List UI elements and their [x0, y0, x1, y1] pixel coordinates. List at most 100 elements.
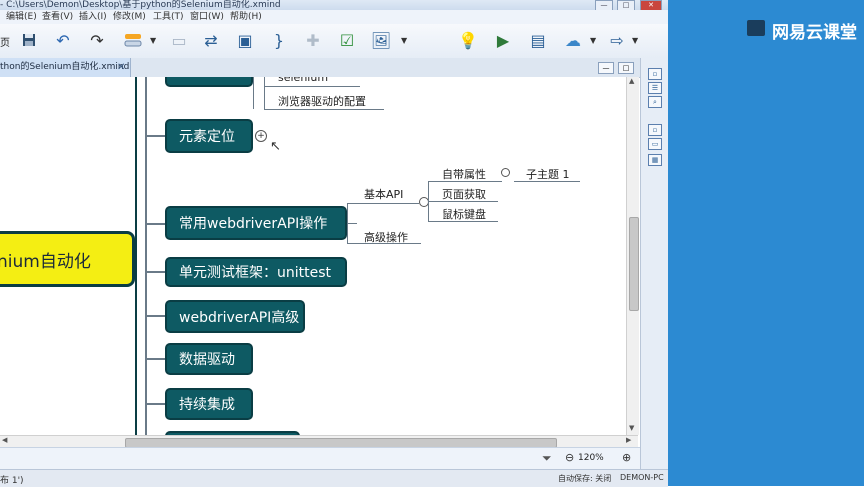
mouse-cursor-icon: ↖: [270, 139, 281, 154]
vertical-scrollbar[interactable]: ▲ ▼: [626, 77, 639, 435]
panel-restore-icon-2[interactable]: ▫: [648, 124, 662, 136]
subtopic-underline: [514, 181, 580, 182]
topic-continuous-integration[interactable]: 持续集成: [165, 388, 253, 420]
zoom-level: 120%: [578, 453, 604, 463]
subtopic-basic-api[interactable]: 基本API: [364, 186, 403, 202]
menu-help[interactable]: 帮助(H): [230, 10, 262, 24]
summary-icon[interactable]: }: [268, 29, 290, 51]
status-left-text: 布 1'): [0, 476, 24, 486]
toolbar-partial-label: 页: [0, 38, 10, 49]
topic-icon[interactable]: [122, 29, 144, 51]
brand-name: 网易云课堂: [772, 23, 857, 43]
callout-icon[interactable]: ▭: [168, 29, 190, 51]
subtopic-driver-config[interactable]: 浏览器驱动的配置: [278, 93, 366, 109]
save-icon[interactable]: [18, 29, 40, 51]
presentation-icon[interactable]: ▶: [492, 29, 514, 51]
upload-icon[interactable]: ☁: [562, 29, 584, 51]
scroll-right-icon[interactable]: ▶: [626, 436, 631, 444]
tab-xmind-file[interactable]: thon的Selenium自动化.xmind ✕: [0, 58, 131, 77]
branch-connector: [145, 271, 165, 273]
zoom-out-icon[interactable]: ⊖: [565, 451, 574, 464]
scroll-up-icon[interactable]: ▲: [629, 77, 634, 85]
export-dropdown-icon[interactable]: ▼: [632, 36, 638, 45]
topic-unittest[interactable]: 单元测试框架：unittest: [165, 257, 347, 287]
panel-restore-icon[interactable]: ▫: [648, 68, 662, 80]
overview-icon[interactable]: ▦: [648, 154, 662, 166]
watermark-panel: 网易云课堂: [668, 0, 864, 486]
boundary-icon[interactable]: ▣: [234, 29, 256, 51]
task-icon[interactable]: ☑: [336, 29, 358, 51]
subtopic-underline: [347, 243, 421, 244]
maximize-editor-icon[interactable]: □: [618, 62, 634, 74]
search-icon[interactable]: ⌕: [648, 96, 662, 108]
subtopic-connector: [253, 77, 254, 109]
filter-icon[interactable]: ⏷: [542, 451, 552, 466]
menu-tools[interactable]: 工具(T): [153, 10, 184, 24]
subtopic-underline: [264, 109, 384, 110]
scroll-down-icon[interactable]: ▼: [629, 424, 634, 432]
central-topic[interactable]: nium自动化: [0, 231, 135, 287]
upload-dropdown-icon[interactable]: ▼: [590, 36, 596, 45]
menu-view[interactable]: 查看(V): [42, 10, 73, 24]
collapse-attributes-icon[interactable]: [501, 168, 510, 177]
redo-icon[interactable]: ↷: [86, 29, 108, 51]
branch-connector: [145, 358, 165, 360]
subtopic-underline: [428, 181, 502, 182]
menu-bar: 编辑(E) 查看(V) 插入(I) 修改(M) 工具(T) 窗口(W) 帮助(H…: [0, 10, 668, 24]
menu-window[interactable]: 窗口(W): [190, 10, 224, 24]
menu-edit[interactable]: 编辑(E): [6, 10, 37, 24]
image-icon[interactable]: 🖼: [370, 29, 392, 51]
undo-icon[interactable]: ↶: [52, 29, 74, 51]
marker-icon[interactable]: ✚: [302, 29, 324, 51]
status-bar: ⏷ ⊖ 120% ⊕: [0, 447, 640, 470]
scroll-left-icon[interactable]: ◀: [2, 436, 7, 444]
subtopic-page-fetch[interactable]: 页面获取: [442, 186, 486, 202]
maximize-button[interactable]: □: [617, 0, 635, 10]
title-bar: - C:\Users\Demon\Desktop\基于python的Seleni…: [0, 0, 668, 10]
side-panel: ▫ ☰ ⌕ ▫ ▭ ▦: [640, 58, 669, 469]
user-name: DEMON-PC: [620, 473, 664, 482]
tab-label: thon的Selenium自动化.xmind: [0, 62, 130, 72]
image-dropdown-icon[interactable]: ▼: [401, 36, 407, 45]
vertical-scroll-thumb[interactable]: [629, 217, 639, 311]
subtopic-mouse-keyboard[interactable]: 鼠标键盘: [442, 206, 486, 222]
topic-element-locating[interactable]: 元素定位: [165, 119, 253, 153]
topic-data-driven[interactable]: 数据驱动: [165, 343, 253, 375]
subtopic-connector: [264, 77, 265, 109]
branch-connector: [145, 223, 165, 225]
properties-icon[interactable]: ▭: [648, 138, 662, 150]
toolbar: 页 ↶ ↷ ▼ ▭ ⇄ ▣ } ✚ ☑ 🖼 ▼ 💡 ▶ ▤ ☁ ▼ ⇨ ▼: [0, 24, 668, 59]
topic-webdriver-api[interactable]: 常用webdriverAPI操作: [165, 206, 347, 240]
close-button[interactable]: ✕: [640, 0, 662, 10]
tab-close-icon[interactable]: ✕: [117, 58, 129, 77]
autosave-status[interactable]: 自动保存: 关闭: [558, 473, 611, 484]
subtopic-connector: [347, 203, 348, 243]
subtopic-underline: [347, 203, 419, 204]
expand-collapse-icon[interactable]: +: [255, 130, 267, 142]
brand-logo-icon: [747, 20, 765, 36]
topic-offscreen-top[interactable]: [165, 77, 253, 87]
menu-insert[interactable]: 插入(I): [79, 10, 107, 24]
minimize-editor-icon[interactable]: —: [598, 62, 614, 74]
subtopic-builtin-attributes[interactable]: 自带属性: [442, 166, 486, 182]
subtopic-selenium[interactable]: selenium: [278, 77, 328, 84]
branch-connector: [145, 403, 165, 405]
menu-modify[interactable]: 修改(M): [113, 10, 146, 24]
relationship-icon[interactable]: ⇄: [200, 29, 222, 51]
mindmap-canvas[interactable]: selenium 浏览器驱动的配置 元素定位 + ↖ 常用webdriverAP…: [0, 77, 626, 435]
idea-icon[interactable]: 💡: [457, 29, 479, 51]
subtopic-underline: [428, 221, 498, 222]
export-icon[interactable]: ⇨: [606, 29, 628, 51]
subtopic-child-1[interactable]: 子主题 1: [526, 166, 570, 182]
trunk-connector: [135, 77, 137, 435]
subtopic-underline: [264, 86, 360, 87]
outline-icon[interactable]: ☰: [648, 82, 662, 94]
topic-dropdown-icon[interactable]: ▼: [150, 36, 156, 45]
layout-icon[interactable]: ▤: [527, 29, 549, 51]
topic-webdriver-advanced[interactable]: webdriverAPI高级: [165, 300, 305, 333]
branch-connector: [145, 315, 165, 317]
minimize-button[interactable]: —: [595, 0, 613, 10]
zoom-in-icon[interactable]: ⊕: [622, 451, 631, 464]
branch-connector: [145, 135, 165, 137]
window-title: - C:\Users\Demon\Desktop\基于python的Seleni…: [0, 0, 281, 10]
